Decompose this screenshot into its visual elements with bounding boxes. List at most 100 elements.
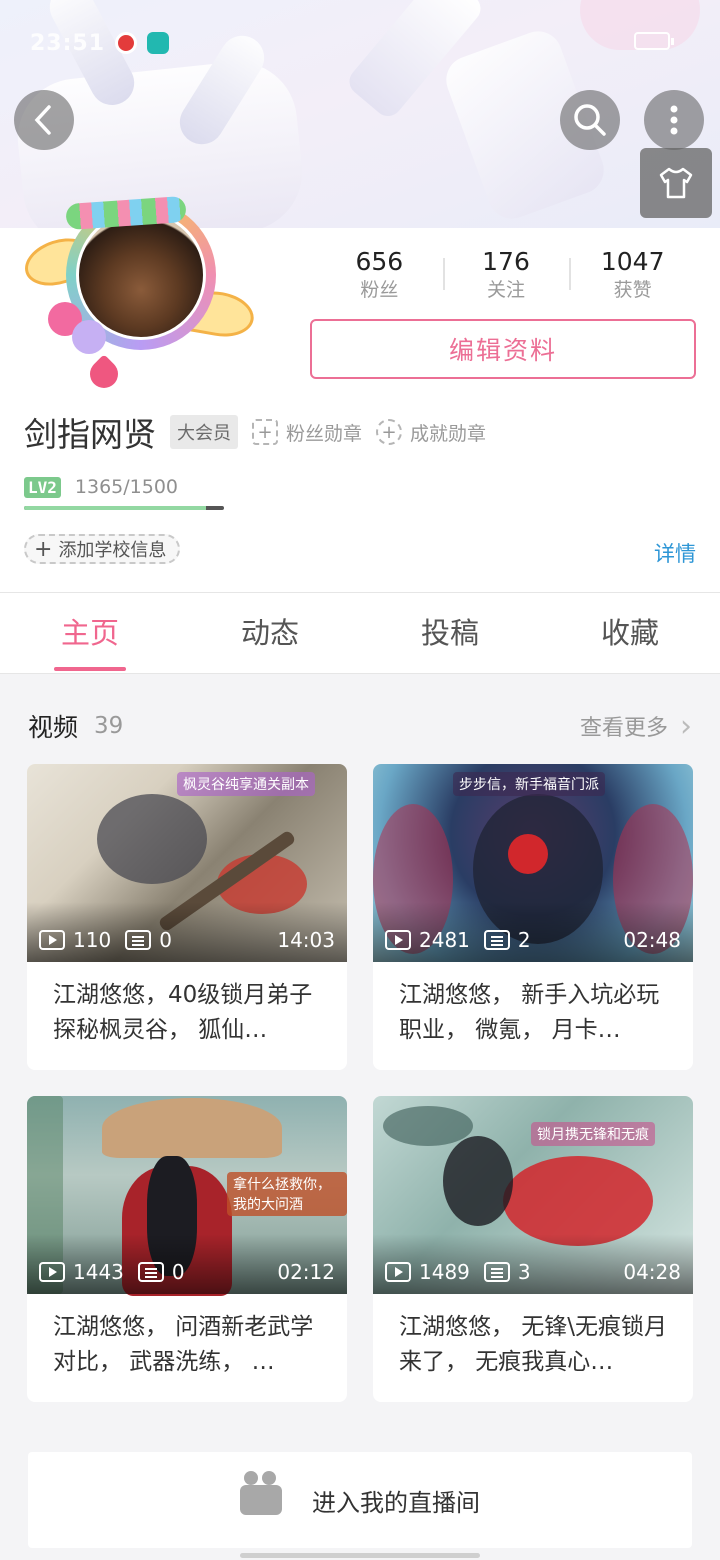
- notification-app-icon-2: [147, 32, 170, 54]
- detail-link[interactable]: 详情: [654, 538, 696, 568]
- live-room-button[interactable]: 进入我的直播间: [28, 1452, 692, 1548]
- danmaku-icon: [137, 1262, 164, 1282]
- vip-badge[interactable]: 大会员: [170, 415, 238, 449]
- exp-progress-bar: [24, 506, 224, 510]
- video-thumbnail: 步步信，新手福音门派 2481 2 02:48: [373, 764, 693, 962]
- video-meta: 110 0 14:03: [39, 928, 335, 952]
- danmaku-count: 3: [517, 1260, 531, 1284]
- level-badge: LV2: [24, 476, 61, 498]
- avatar[interactable]: [18, 180, 258, 394]
- play-count-icon: [39, 930, 65, 950]
- achievement-medal-label: 成就勋章: [410, 422, 487, 445]
- profile-tabs: 主页 动态 投稿 收藏: [0, 592, 720, 674]
- thumbnail-caption: 枫灵谷纯享通关副本: [177, 772, 315, 796]
- play-count-icon: [39, 1262, 65, 1282]
- play-count: 110: [73, 928, 112, 952]
- play-count: 1443: [73, 1260, 124, 1284]
- profile-stats: 656 粉丝 176 关注 1047 获赞: [316, 246, 696, 306]
- video-title: 江湖悠悠，40级锁月弟子探秘枫灵谷， 狐仙…: [53, 982, 313, 1043]
- duration: 04:28: [623, 1260, 681, 1284]
- exp-text: 1365/1500: [74, 476, 179, 498]
- play-count: 1489: [419, 1260, 470, 1284]
- stat-label: 关注: [487, 279, 526, 301]
- back-button[interactable]: [14, 90, 74, 150]
- video-card[interactable]: 枫灵谷纯享通关副本 110 0 14:03 江湖悠悠，40级锁月弟子探秘枫灵谷，…: [27, 764, 347, 1070]
- tab-submissions[interactable]: 投稿: [360, 593, 540, 673]
- danmaku-icon: [483, 1262, 510, 1282]
- more-button[interactable]: [644, 90, 704, 150]
- video-title: 江湖悠悠， 问酒新老武学对比， 武器洗练， …: [53, 1314, 314, 1375]
- status-bar: 23:51: [30, 28, 170, 58]
- avatar-frame-flower: [72, 320, 106, 354]
- add-school-button[interactable]: + 添加学校信息: [24, 534, 181, 564]
- play-count: 2481: [419, 928, 470, 952]
- tab-dynamic[interactable]: 动态: [180, 593, 360, 673]
- plus-icon: +: [252, 419, 278, 445]
- stat-fans[interactable]: 656 粉丝: [316, 246, 443, 306]
- video-title: 江湖悠悠， 新手入坑必玩职业， 微氪， 月卡…: [399, 982, 660, 1043]
- danmaku-count: 0: [171, 1260, 185, 1284]
- video-meta: 1489 3 04:28: [385, 1260, 681, 1284]
- notification-app-icon: [115, 32, 138, 54]
- fan-medal-label: 粉丝勋章: [286, 422, 363, 445]
- status-time: 23:51: [30, 30, 106, 56]
- profile-card: 656 粉丝 176 关注 1047 获赞 编辑资料 剑指网贤 大会员 + 粉丝…: [0, 195, 720, 592]
- stat-value: 1047: [600, 247, 665, 276]
- section-title: 视频: [28, 713, 79, 742]
- danmaku-count: 0: [159, 928, 172, 952]
- danmaku-icon: [483, 930, 510, 950]
- tab-home[interactable]: 主页: [0, 593, 180, 673]
- danmaku-count: 2: [517, 928, 531, 952]
- add-school-label: 添加学校信息: [58, 540, 167, 561]
- tshirt-icon: [659, 167, 693, 199]
- video-card[interactable]: 步步信，新手福音门派 2481 2 02:48 江湖悠悠， 新手入坑必玩职业， …: [373, 764, 693, 1070]
- edit-profile-button[interactable]: 编辑资料: [310, 319, 696, 379]
- camera-icon: [240, 1471, 282, 1515]
- achievement-medal-button[interactable]: + 成就勋章: [376, 419, 486, 446]
- avatar-frame-heart: [84, 354, 124, 394]
- see-more-button[interactable]: 查看更多 ›: [580, 709, 692, 744]
- video-thumbnail: 拿什么拯救你，我的大问酒 1443 0 02:12: [27, 1096, 347, 1296]
- video-card[interactable]: 锁月携无锋和无痕 1489 3 04:28 江湖悠悠， 无锋\无痕锁月来了， 无…: [373, 1096, 693, 1402]
- duration: 02:12: [277, 1260, 335, 1284]
- tab-favorites[interactable]: 收藏: [540, 593, 720, 673]
- plus-icon: +: [376, 419, 403, 445]
- fan-medal-button[interactable]: + 粉丝勋章: [252, 419, 362, 446]
- danmaku-icon: [125, 930, 152, 950]
- username: 剑指网贤: [24, 415, 156, 454]
- stat-label: 粉丝: [360, 279, 399, 301]
- see-more-label: 查看更多: [579, 716, 668, 741]
- home-indicator[interactable]: [240, 1553, 480, 1558]
- battery-icon: [634, 32, 674, 50]
- stat-following[interactable]: 176 关注: [442, 246, 570, 306]
- duration: 02:48: [623, 928, 681, 952]
- play-count-icon: [385, 930, 411, 950]
- stat-value: 176: [482, 247, 530, 276]
- thumbnail-caption: 锁月携无锋和无痕: [531, 1122, 655, 1146]
- exp-progress-fill: [24, 506, 206, 510]
- name-row: 剑指网贤 大会员 + 粉丝勋章 + 成就勋章: [24, 410, 500, 454]
- stat-value: 656: [355, 247, 404, 276]
- video-thumbnail: 锁月携无锋和无痕 1489 3 04:28: [373, 1096, 693, 1294]
- more-vertical-icon: [670, 105, 678, 135]
- thumbnail-caption: 步步信，新手福音门派: [453, 772, 605, 796]
- status-right: [634, 32, 674, 50]
- video-meta: 1443 0 02:12: [39, 1260, 335, 1284]
- video-meta: 2481 2 02:48: [385, 928, 681, 952]
- level-row: LV2 1365/1500: [24, 476, 178, 498]
- chevron-right-icon: ›: [680, 708, 692, 744]
- dress-up-button[interactable]: [640, 148, 712, 218]
- videos-section-header: 视频 39 查看更多 ›: [28, 706, 692, 746]
- search-button[interactable]: [560, 90, 620, 150]
- stat-label: 获赞: [613, 279, 652, 301]
- stat-likes[interactable]: 1047 获赞: [569, 246, 696, 306]
- video-title: 江湖悠悠， 无锋\无痕锁月来了， 无痕我真心…: [399, 1314, 668, 1375]
- live-room-label: 进入我的直播间: [312, 1488, 480, 1517]
- section-count: 39: [94, 713, 124, 739]
- back-arrow-icon: [34, 105, 51, 135]
- duration: 14:03: [277, 928, 335, 952]
- search-icon: [574, 104, 606, 136]
- video-card[interactable]: 拿什么拯救你，我的大问酒 1443 0 02:12 江湖悠悠， 问酒新老武学对比…: [27, 1096, 347, 1402]
- play-count-icon: [385, 1262, 411, 1282]
- video-thumbnail: 枫灵谷纯享通关副本 110 0 14:03: [27, 764, 347, 962]
